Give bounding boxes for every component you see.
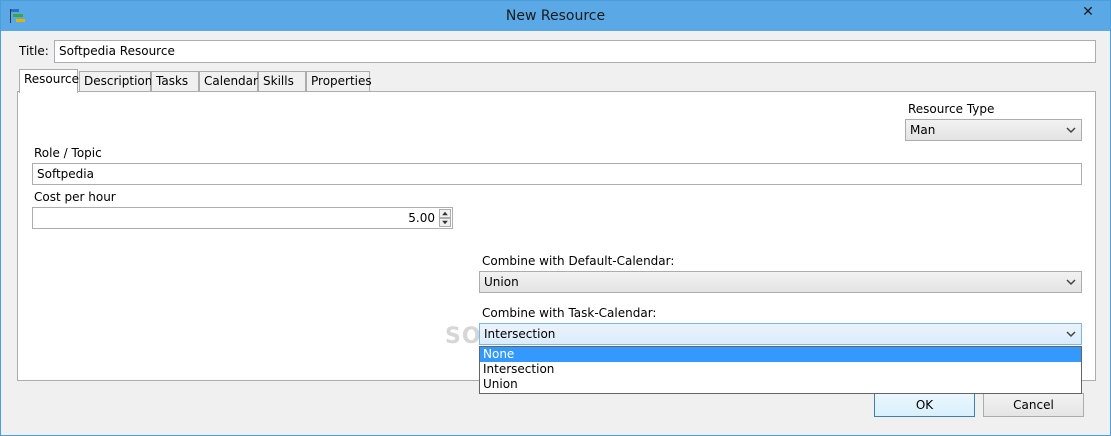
arrow-down-icon bbox=[442, 220, 448, 225]
new-resource-dialog: New Resource ✕ Title: Softpedia Resource… bbox=[0, 0, 1111, 436]
role-topic-label: Role / Topic bbox=[34, 146, 102, 160]
resource-type-value: Man bbox=[910, 123, 936, 137]
task-calendar-select[interactable]: Intersection bbox=[479, 323, 1082, 345]
dropdown-option-intersection[interactable]: Intersection bbox=[480, 362, 1081, 377]
cost-per-hour-value: 5.00 bbox=[408, 211, 435, 225]
dropdown-option-union[interactable]: Union bbox=[480, 377, 1081, 392]
cost-per-hour-label: Cost per hour bbox=[34, 190, 116, 204]
title-label: Title: bbox=[19, 44, 49, 58]
dropdown-option-none[interactable]: None bbox=[480, 347, 1081, 362]
ok-button[interactable]: OK bbox=[874, 393, 975, 417]
task-calendar-label: Combine with Task-Calendar: bbox=[482, 306, 657, 320]
role-topic-input[interactable]: Softpedia bbox=[32, 163, 1082, 185]
task-calendar-dropdown-list: None Intersection Union bbox=[479, 346, 1082, 394]
close-button[interactable]: ✕ bbox=[1072, 1, 1104, 23]
close-icon: ✕ bbox=[1082, 4, 1094, 20]
resource-type-label: Resource Type bbox=[908, 102, 995, 116]
default-calendar-label: Combine with Default-Calendar: bbox=[482, 254, 675, 268]
spin-up-button[interactable] bbox=[439, 209, 451, 218]
arrow-up-icon bbox=[442, 211, 448, 216]
tab-description[interactable]: Description bbox=[79, 71, 152, 91]
chevron-down-icon bbox=[1066, 127, 1076, 134]
tab-skills[interactable]: Skills bbox=[258, 71, 306, 91]
tab-tasks[interactable]: Tasks bbox=[151, 71, 199, 91]
cost-spinner bbox=[439, 209, 451, 227]
title-bar[interactable]: New Resource ✕ bbox=[1, 1, 1110, 31]
task-calendar-value: Intersection bbox=[484, 327, 556, 341]
cost-per-hour-input[interactable]: 5.00 bbox=[32, 207, 453, 229]
title-input[interactable]: Softpedia Resource bbox=[54, 40, 1096, 63]
default-calendar-select[interactable]: Union bbox=[479, 271, 1082, 293]
tab-calendar[interactable]: Calendar bbox=[199, 71, 258, 91]
tab-properties[interactable]: Properties bbox=[306, 71, 372, 91]
chevron-down-icon bbox=[1066, 331, 1076, 338]
default-calendar-value: Union bbox=[484, 275, 519, 289]
resource-type-select[interactable]: Man bbox=[905, 119, 1082, 141]
spin-down-button[interactable] bbox=[439, 218, 451, 227]
chevron-down-icon bbox=[1066, 279, 1076, 286]
cancel-button[interactable]: Cancel bbox=[983, 393, 1084, 417]
window-title: New Resource bbox=[505, 8, 606, 24]
tab-resource[interactable]: Resource bbox=[19, 69, 79, 93]
